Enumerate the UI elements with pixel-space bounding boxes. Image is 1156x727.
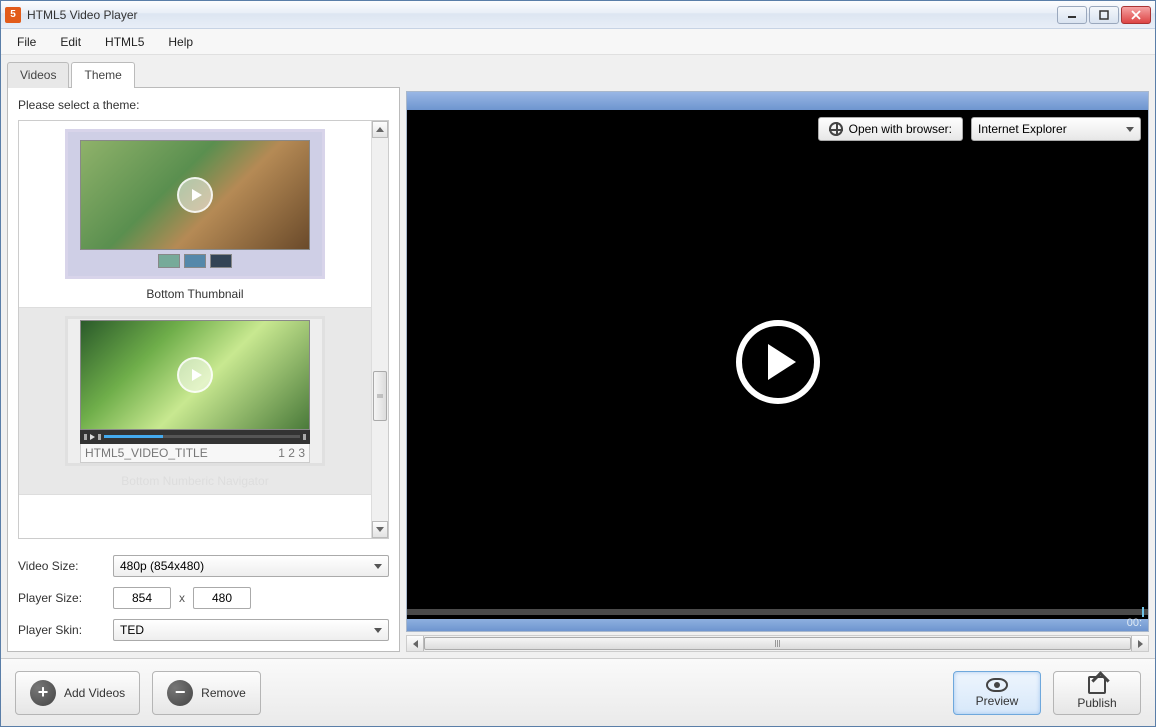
play-button-icon[interactable] xyxy=(736,320,820,404)
settings-grid: Video Size: 480p (854x480) Player Size: … xyxy=(18,555,389,641)
play-overlay-icon xyxy=(177,357,213,393)
scrollbar-thumb[interactable] xyxy=(373,371,387,421)
minimize-button[interactable] xyxy=(1057,6,1087,24)
open-with-browser-button[interactable]: Open with browser: xyxy=(818,117,963,141)
play-overlay-icon xyxy=(177,177,213,213)
browser-toolbar: Open with browser: Internet Explorer xyxy=(818,117,1141,141)
menu-html5[interactable]: HTML5 xyxy=(95,31,154,53)
add-videos-button[interactable]: + Add Videos xyxy=(15,671,140,715)
maximize-button[interactable] xyxy=(1089,6,1119,24)
theme-scrollbar[interactable] xyxy=(371,121,388,538)
player-header-strip xyxy=(407,92,1148,110)
player-skin-value: TED xyxy=(120,623,144,637)
chevron-down-icon xyxy=(374,564,382,569)
app-icon: 5 xyxy=(5,7,21,23)
minus-icon: − xyxy=(167,680,193,706)
player-footer-strip xyxy=(407,619,1148,631)
theme-control-bar xyxy=(80,430,310,444)
video-size-select[interactable]: 480p (854x480) xyxy=(113,555,389,577)
publish-icon xyxy=(1088,676,1106,694)
tabs-row: Videos Theme xyxy=(7,61,400,87)
left-panel: Videos Theme Please select a theme: xyxy=(7,55,400,652)
theme-title-bar: HTML5_VIDEO_TITLE 1 2 3 xyxy=(80,444,310,463)
theme-video-frame xyxy=(80,140,310,250)
remove-button[interactable]: − Remove xyxy=(152,671,261,715)
player-skin-select[interactable]: TED xyxy=(113,619,389,641)
add-videos-label: Add Videos xyxy=(64,686,125,700)
publish-button[interactable]: Publish xyxy=(1053,671,1141,715)
theme-panel-body: Please select a theme: Bottom Thumbnail xyxy=(7,87,400,652)
remove-label: Remove xyxy=(201,686,246,700)
scroll-left-button[interactable] xyxy=(407,636,424,651)
theme-mini-pages: 1 2 3 xyxy=(278,446,305,460)
player-skin-label: Player Skin: xyxy=(18,623,113,637)
window-controls xyxy=(1057,6,1151,24)
size-separator: x xyxy=(179,591,185,605)
progress-bar[interactable] xyxy=(407,609,1148,615)
time-display: 00: xyxy=(1127,617,1142,629)
window-title: HTML5 Video Player xyxy=(27,8,1057,22)
theme-mini-title: HTML5_VIDEO_TITLE xyxy=(85,446,208,460)
theme-video-frame xyxy=(80,320,310,430)
player-height-input[interactable] xyxy=(193,587,251,609)
scroll-up-button[interactable] xyxy=(372,121,388,138)
theme-heading: Please select a theme: xyxy=(18,98,389,112)
menu-edit[interactable]: Edit xyxy=(50,31,91,53)
browser-select[interactable]: Internet Explorer xyxy=(971,117,1141,141)
close-button[interactable] xyxy=(1121,6,1151,24)
horizontal-scrollbar[interactable] xyxy=(406,635,1149,652)
plus-icon: + xyxy=(30,680,56,706)
preview-button[interactable]: Preview xyxy=(953,671,1041,715)
video-player[interactable]: 00: xyxy=(406,91,1149,632)
bottom-bar: + Add Videos − Remove Preview Publish xyxy=(1,658,1155,726)
chevron-down-icon xyxy=(374,628,382,633)
open-with-browser-label: Open with browser: xyxy=(849,122,952,136)
menu-file[interactable]: File xyxy=(7,31,46,53)
video-size-value: 480p (854x480) xyxy=(120,559,204,573)
tab-theme[interactable]: Theme xyxy=(71,62,134,88)
tab-videos[interactable]: Videos xyxy=(7,62,69,88)
content-area: Open with browser: Internet Explorer Vid… xyxy=(1,55,1155,658)
right-panel: 00: xyxy=(406,91,1149,652)
theme-item[interactable]: HTML5_VIDEO_TITLE 1 2 3 Bottom Numberic … xyxy=(19,308,371,495)
theme-preview: HTML5_VIDEO_TITLE 1 2 3 xyxy=(65,316,325,466)
theme-preview xyxy=(65,129,325,279)
preview-label: Preview xyxy=(976,694,1019,708)
theme-caption: Bottom Numberic Navigator xyxy=(121,474,268,488)
theme-thumbnail-row xyxy=(158,254,232,268)
chevron-down-icon xyxy=(1126,127,1134,132)
app-window: 5 HTML5 Video Player File Edit HTML5 Hel… xyxy=(0,0,1156,727)
player-width-input[interactable] xyxy=(113,587,171,609)
scroll-right-button[interactable] xyxy=(1131,636,1148,651)
video-size-label: Video Size: xyxy=(18,559,113,573)
browser-select-value: Internet Explorer xyxy=(978,122,1067,136)
titlebar[interactable]: 5 HTML5 Video Player xyxy=(1,1,1155,29)
theme-item[interactable]: Bottom Thumbnail xyxy=(19,121,371,308)
h-scrollbar-thumb[interactable] xyxy=(424,637,1131,650)
theme-list: Bottom Thumbnail xyxy=(19,121,371,538)
scroll-down-button[interactable] xyxy=(372,521,388,538)
theme-caption: Bottom Thumbnail xyxy=(146,287,243,301)
player-size-label: Player Size: xyxy=(18,591,113,605)
globe-icon xyxy=(829,122,843,136)
player-size-row: x xyxy=(113,587,389,609)
publish-label: Publish xyxy=(1077,696,1116,710)
menubar: File Edit HTML5 Help xyxy=(1,29,1155,55)
eye-icon xyxy=(986,678,1008,692)
menu-help[interactable]: Help xyxy=(158,31,203,53)
theme-list-container: Bottom Thumbnail xyxy=(18,120,389,539)
